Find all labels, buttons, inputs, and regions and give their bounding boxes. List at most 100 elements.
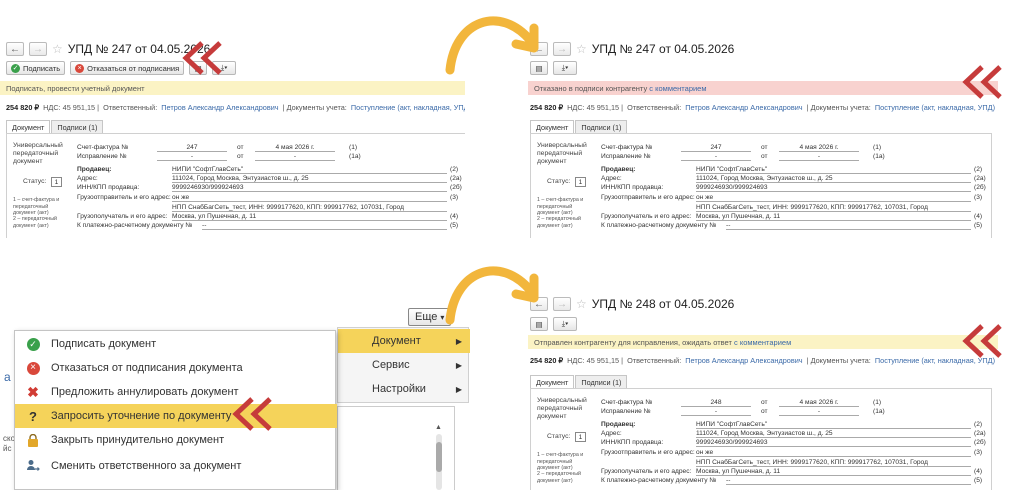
tab-signatures[interactable]: Подписи (1): [575, 120, 628, 133]
consignee-value: НПП СнабБагСеть_тест, ИНН: 9999177620, К…: [172, 204, 447, 212]
consignee-label: Грузополучатель и его адрес:: [601, 213, 692, 220]
consignee-label: Грузополучатель и его адрес:: [77, 213, 168, 220]
cross-icon: ×: [75, 63, 85, 73]
inn-value: 9999246930/999924693: [172, 184, 447, 192]
note-n2: (2): [974, 421, 983, 428]
triangle-right-icon: ▶: [455, 384, 462, 394]
panel-upd-248-clarify: ← → ☆ УПД № 248 от 04.05.2026 ▤ ⤓▾ Отпра…: [528, 293, 998, 490]
inn-value: 9999246930/999924693: [696, 184, 971, 192]
inn-value: 9999246930/999924693: [696, 439, 971, 447]
doc-sum: 254 820 ₽: [530, 356, 564, 365]
note-n3: (3): [974, 194, 983, 201]
menu-item-force-close[interactable]: Закрыть принудительно документ: [15, 428, 337, 452]
tab-document[interactable]: Документ: [6, 120, 51, 133]
correction-number: -: [681, 153, 751, 161]
note-n2a: (2а): [450, 175, 462, 182]
doc-tabs: Документ Подписи (1): [530, 120, 628, 133]
note-n3: (3): [974, 449, 983, 456]
doc-side-title: Универсальный передаточный документ: [13, 142, 63, 165]
question-icon: ?: [29, 408, 37, 424]
forward-arrow-icon[interactable]: →: [553, 42, 571, 56]
responsible-link[interactable]: Петров Александр Александрович: [161, 103, 278, 112]
consignee-value-2: Москва, ул Пушечная, д. 11: [172, 213, 447, 221]
download-button[interactable]: ⤓▾: [553, 61, 577, 75]
responsible-link[interactable]: Петров Александр Александрович: [685, 103, 802, 112]
page-title: УПД № 247 от 04.05.2026: [591, 42, 735, 56]
chevron-left-double-icon: [232, 397, 272, 431]
seller-value: НИПИ "СофтГлавСеть": [172, 166, 447, 174]
scroll-up-arrow-icon[interactable]: ▲: [435, 424, 442, 431]
doc-vat: НДС: 45 951,15: [567, 356, 620, 365]
consignee-label: Грузополучатель и его адрес:: [601, 468, 692, 475]
note-n2a: (2а): [974, 430, 986, 437]
shipper-value: он же: [696, 194, 971, 202]
consignee-value-2: Москва, ул Пушечная, д. 11: [696, 213, 971, 221]
menu-item-request-clarification[interactable]: ? Запросить уточнение по документу: [15, 404, 337, 428]
note-n4: (4): [974, 468, 983, 475]
tab-document[interactable]: Документ: [530, 120, 575, 133]
forward-arrow-icon[interactable]: →: [553, 297, 571, 311]
note-n2a: (2а): [974, 175, 986, 182]
submenu-item-settings[interactable]: Настройки ▶: [338, 377, 470, 401]
note-n1a: (1а): [349, 153, 361, 160]
menu-item-annul[interactable]: ✖ Предложить аннулировать документ: [15, 380, 337, 404]
payment-label: К платежно-расчетному документу №: [77, 222, 193, 229]
note-n2: (2): [450, 166, 459, 173]
invoice-from: от: [761, 399, 768, 406]
sign-button[interactable]: ✓ Подписать: [6, 61, 66, 75]
note-n1a: (1а): [873, 408, 885, 415]
payment-label: К платежно-расчетному документу №: [601, 477, 717, 484]
scrollbar[interactable]: [436, 434, 442, 490]
back-arrow-icon[interactable]: ←: [6, 42, 24, 56]
invoice-label: Счет-фактура №: [77, 144, 129, 151]
doc-tabs: Документ Подписи (1): [530, 375, 628, 388]
tab-document[interactable]: Документ: [530, 375, 575, 388]
refuse-sign-button[interactable]: × Отказаться от подписания: [70, 61, 185, 75]
address-value: 111024, Город Москва, Энтузиастов ш., д.…: [696, 175, 971, 183]
star-icon[interactable]: ☆: [52, 42, 63, 56]
responsible-link[interactable]: Петров Александр Александрович: [685, 356, 802, 365]
doc-vat: НДС: 45 951,15: [43, 103, 96, 112]
note-n4: (4): [450, 213, 459, 220]
menu-item-sign[interactable]: ✓ Подписать документ: [15, 332, 337, 356]
seller-value: НИПИ "СофтГлавСеть": [696, 421, 971, 429]
invoice-label: Счет-фактура №: [601, 144, 653, 151]
status-comment-link[interactable]: с комментарием: [734, 338, 791, 347]
star-icon[interactable]: ☆: [576, 42, 587, 56]
panel-upd-247-sign: ← → ☆ УПД № 247 от 04.05.2026 ✓ Подписать…: [0, 38, 465, 238]
status-text: Отправлен контрагенту для исправления, о…: [534, 337, 732, 347]
docs-link[interactable]: Поступление (акт, накладная, УПД): [875, 103, 995, 112]
inn-label: ИНН/КПП продавца:: [601, 184, 664, 191]
download-button[interactable]: ⤓▾: [553, 317, 577, 331]
invoice-number: 248: [681, 399, 751, 407]
submenu-item-service[interactable]: Сервис ▶: [338, 353, 470, 377]
note-n1a: (1а): [873, 153, 885, 160]
fragment-link[interactable]: а: [4, 370, 11, 384]
scrollbar-thumb[interactable]: [436, 442, 442, 472]
payment-label: К платежно-расчетному документу №: [601, 222, 717, 229]
note-n5: (5): [450, 222, 459, 229]
status-comment-link[interactable]: с комментарием: [649, 84, 706, 93]
seller-label: Продавец:: [601, 421, 636, 428]
forward-arrow-icon[interactable]: →: [29, 42, 47, 56]
invoice-date: 4 мая 2026 г.: [255, 144, 335, 152]
note-n5: (5): [974, 477, 983, 484]
docs-link[interactable]: Поступление (акт, накладная, УПД): [351, 103, 465, 112]
docs-label: | Документы учета:: [806, 356, 871, 365]
doc-tabs: Документ Подписи (1): [6, 120, 104, 133]
check-icon: ✓: [11, 63, 20, 73]
tab-signatures[interactable]: Подписи (1): [575, 375, 628, 388]
star-icon[interactable]: ☆: [576, 297, 587, 311]
address-label: Адрес:: [601, 175, 622, 182]
menu-item-change-responsible[interactable]: Сменить ответственного за документ: [15, 454, 337, 478]
menu-item-refuse[interactable]: × Отказаться от подписания документа: [15, 356, 337, 380]
doc-info-line: 254 820 ₽ НДС: 45 951,15 | Ответственный…: [530, 356, 996, 365]
submenu: Документ ▶ Сервис ▶ Настройки ▶: [337, 327, 470, 403]
tab-signatures[interactable]: Подписи (1): [51, 120, 104, 133]
docs-label: | Документы учета:: [282, 103, 347, 112]
shipper-value: он же: [172, 194, 447, 202]
menu-item-label: Отказаться от подписания документа: [51, 362, 243, 374]
status-bar: Отправлен контрагенту для исправления, о…: [528, 335, 998, 349]
status-value: 1: [575, 177, 586, 187]
address-value: 111024, Город Москва, Энтузиастов ш., д.…: [696, 430, 971, 438]
